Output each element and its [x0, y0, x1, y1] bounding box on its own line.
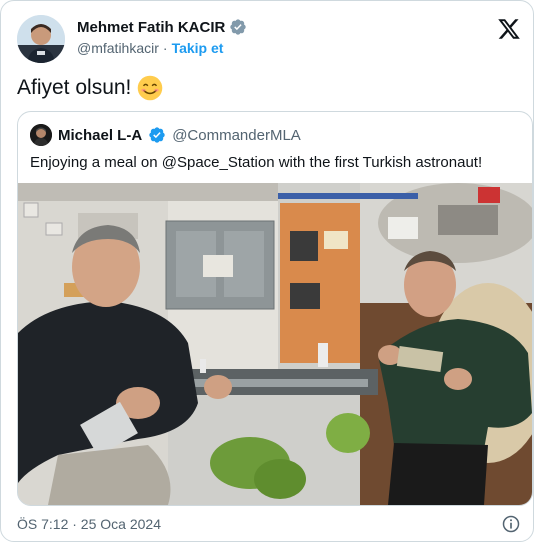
- quoted-author-handle[interactable]: @CommanderMLA: [172, 127, 301, 144]
- separator-dot: ·: [162, 40, 168, 56]
- quoted-tweet[interactable]: Michael L-A @CommanderMLA Enjoying a mea…: [17, 111, 533, 506]
- author-name-row: Mehmet Fatih KACIR: [77, 18, 247, 36]
- tweet-footer: ÖS 7:12 · 25 Oca 2024: [17, 513, 521, 535]
- tweet-text-row: Afiyet olsun!: [17, 75, 163, 101]
- author-handle-row: @mfatihkacir · Takip et: [77, 40, 223, 56]
- quoted-author-avatar[interactable]: [30, 124, 52, 146]
- quoted-author-name[interactable]: Michael L-A: [58, 127, 142, 144]
- tweet-text: Afiyet olsun!: [17, 76, 132, 99]
- tweet-header: Mehmet Fatih KACIR @mfatihkacir · Takip …: [17, 15, 521, 63]
- author-avatar[interactable]: [17, 15, 65, 63]
- quoted-tweet-text: Enjoying a meal on @Space_Station with t…: [30, 154, 483, 171]
- quoted-tweet-header: Michael L-A @CommanderMLA: [30, 124, 301, 146]
- x-logo-icon[interactable]: [497, 17, 521, 41]
- quoted-tweet-photo[interactable]: [18, 183, 532, 505]
- embedded-tweet-card: Mehmet Fatih KACIR @mfatihkacir · Takip …: [0, 0, 534, 542]
- author-name[interactable]: Mehmet Fatih KACIR: [77, 19, 225, 36]
- follow-button[interactable]: Takip et: [172, 40, 224, 56]
- info-icon[interactable]: [501, 514, 521, 534]
- smiling-face-emoji: [138, 75, 163, 101]
- author-handle[interactable]: @mfatihkacir: [77, 40, 159, 56]
- verified-badge-icon: [149, 127, 165, 143]
- tweet-timestamp[interactable]: ÖS 7:12 · 25 Oca 2024: [17, 516, 161, 532]
- verified-badge-icon: [230, 19, 247, 35]
